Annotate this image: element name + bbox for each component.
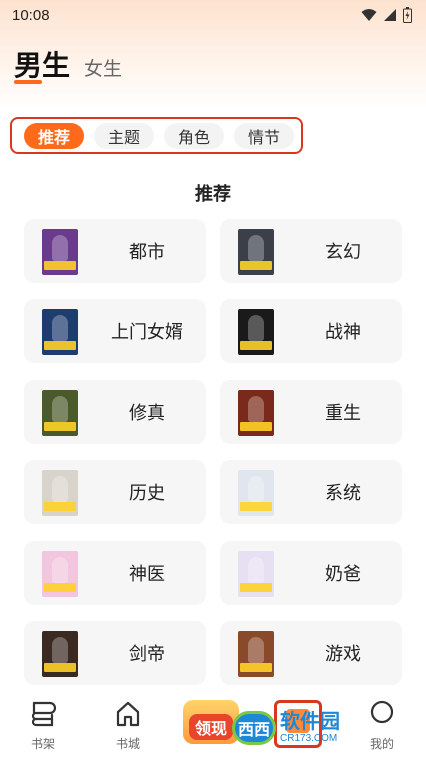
chip-plot[interactable]: 情节 [234, 122, 295, 149]
status-time: 10:08 [12, 6, 50, 24]
category-label: 游戏 [325, 644, 361, 664]
nav-shelf-label: 书架 [30, 737, 55, 751]
site-watermark: 西西 软件园 CR173.COM [232, 708, 408, 748]
category-card[interactable]: 剑帝 [24, 621, 206, 685]
book-cover [238, 309, 274, 355]
book-cover [42, 551, 78, 597]
category-label: 玄幻 [325, 242, 361, 262]
category-card[interactable]: 玄幻 [220, 219, 402, 283]
category-card[interactable]: 重生 [220, 380, 402, 444]
book-cover [238, 551, 274, 597]
category-label: 重生 [325, 403, 361, 423]
category-card[interactable]: 系统 [220, 460, 402, 524]
category-label: 神医 [129, 564, 165, 584]
chip-theme[interactable]: 主题 [94, 122, 155, 149]
category-label: 都市 [129, 242, 165, 262]
book-cover [42, 390, 78, 436]
watermark-sub: CR173.COM [280, 733, 338, 744]
category-label: 战神 [325, 322, 361, 342]
section-title: 推荐 [195, 184, 231, 204]
category-card[interactable]: 上门女婿 [24, 299, 206, 363]
watermark-main: 软件园 [280, 711, 340, 733]
promo-badge[interactable]: 领现 [183, 700, 239, 744]
watermark-logo: 西西 [232, 711, 276, 745]
book-cover [42, 631, 78, 677]
book-cover [42, 229, 78, 275]
category-label: 奶爸 [325, 564, 361, 584]
wifi-icon [361, 9, 377, 21]
book-cover [238, 229, 274, 275]
chip-recommend[interactable]: 推荐 [24, 122, 85, 149]
category-card[interactable]: 奶爸 [220, 541, 402, 605]
book-cover [238, 390, 274, 436]
book-cover [238, 631, 274, 677]
bookshelf-icon [31, 701, 57, 727]
category-label: 历史 [129, 483, 165, 503]
nav-store[interactable]: 书城 [98, 700, 158, 752]
category-label: 系统 [325, 483, 361, 503]
category-card[interactable]: 都市 [24, 219, 206, 283]
category-label: 上门女婿 [111, 322, 183, 342]
promo-label: 领现 [188, 714, 233, 740]
active-tab-indicator [14, 80, 42, 84]
book-cover [42, 309, 78, 355]
nav-store-label: 书城 [115, 737, 140, 751]
home-icon [116, 701, 140, 727]
chip-role[interactable]: 角色 [164, 122, 225, 149]
category-card[interactable]: 战神 [220, 299, 402, 363]
tab-male[interactable]: 男生 [14, 44, 70, 84]
status-icons [361, 7, 412, 23]
category-label: 剑帝 [129, 644, 165, 664]
category-card[interactable]: 修真 [24, 380, 206, 444]
book-cover [238, 470, 274, 516]
category-card[interactable]: 游戏 [220, 621, 402, 685]
signal-icon [384, 9, 396, 21]
category-card[interactable]: 历史 [24, 460, 206, 524]
filter-chip-row: 推荐 主题 角色 情节 [10, 117, 303, 154]
book-cover [42, 470, 78, 516]
status-bar: 10:08 [0, 0, 426, 30]
category-card[interactable]: 神医 [24, 541, 206, 605]
gender-tabs: 男生 女生 [14, 44, 122, 84]
battery-icon [403, 7, 412, 23]
nav-shelf[interactable]: 书架 [13, 700, 73, 752]
category-label: 修真 [129, 403, 165, 423]
tab-female[interactable]: 女生 [84, 54, 122, 84]
